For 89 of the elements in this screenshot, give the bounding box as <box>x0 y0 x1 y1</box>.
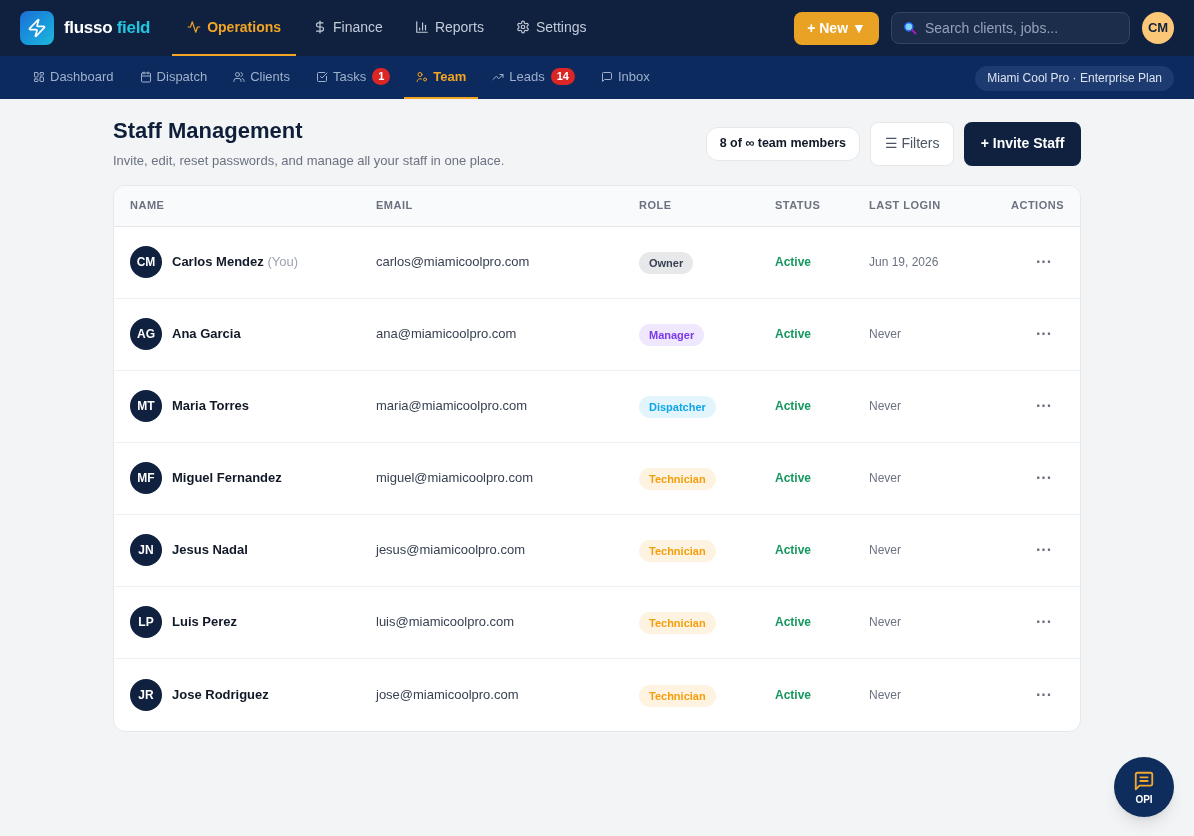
role-tag: Manager <box>639 324 705 346</box>
dashboard-icon <box>33 70 45 83</box>
chat-button[interactable]: OPI <box>1114 757 1174 817</box>
nav-tab[interactable]: Inbox <box>588 56 662 99</box>
status-text: Active <box>775 398 812 415</box>
nav-tab[interactable]: Reports <box>399 0 499 56</box>
nav-tab[interactable]: Finance <box>298 0 398 56</box>
column-header: EMAIL <box>376 198 414 214</box>
count-badge: 1 <box>372 68 391 85</box>
more-actions-button[interactable]: ··· <box>1036 398 1052 414</box>
role-tag: Technician <box>639 684 716 707</box>
search-field[interactable]: Search clients, jobs... <box>891 12 1130 44</box>
logo-icon <box>20 11 54 45</box>
member-count: 8 of ∞ team members <box>705 126 860 161</box>
status-text: Active <box>775 686 812 704</box>
staff-name: Maria Torres <box>172 397 250 416</box>
search-icon <box>903 21 917 35</box>
email-text: jose@miamicoolpro.com <box>376 685 519 704</box>
column-header: ROLE <box>639 198 673 214</box>
user-avatar[interactable]: CM <box>1142 12 1174 44</box>
column-header: ACTIONS <box>1011 198 1064 214</box>
staff-name: Carlos Mendez (You) <box>172 253 298 272</box>
nav-tab[interactable]: Clients <box>221 56 302 99</box>
email-text: carlos@miamicoolpro.com <box>376 253 530 272</box>
role-tag: Technician <box>639 612 716 634</box>
calendar-icon <box>139 70 152 83</box>
message-icon <box>600 70 613 83</box>
staff-name: Ana Garcia <box>172 325 241 344</box>
pulse-icon <box>187 20 202 34</box>
role-tag: Technician <box>639 540 716 562</box>
settings-icon <box>515 20 530 34</box>
count-badge: 14 <box>550 68 575 85</box>
status-text: Active <box>775 614 812 631</box>
brand-name: flusso field <box>64 17 151 40</box>
staff-name: Miguel Fernandez <box>172 469 282 488</box>
avatar: JN <box>130 534 162 566</box>
nav-tab[interactable]: Tasks 1 <box>303 56 403 99</box>
role-tag: Dispatcher <box>639 396 716 418</box>
bar-chart-icon <box>414 20 429 34</box>
invite-staff-button[interactable]: + Invite Staff <box>964 121 1081 166</box>
last-login-text: Never <box>869 326 901 343</box>
users-icon <box>233 70 246 83</box>
page-subtitle: Invite, edit, reset passwords, and manage all your staff in one place. <box>113 152 505 170</box>
email-text: jesus@miamicoolpro.com <box>376 541 526 560</box>
nav-tab[interactable]: Leads 14 <box>480 56 587 99</box>
avatar: LP <box>130 606 162 638</box>
more-actions-button[interactable]: ··· <box>1036 470 1052 486</box>
staff-name: Luis Perez <box>172 613 238 632</box>
more-actions-button[interactable]: ··· <box>1036 614 1052 630</box>
staff-name: Jesus Nadal <box>172 541 248 560</box>
page-title: Staff Management <box>113 117 304 145</box>
status-text: Active <box>775 542 812 559</box>
avatar: JR <box>130 678 162 711</box>
avatar: MT <box>130 390 162 422</box>
status-text: Active <box>775 326 812 343</box>
chat-icon <box>1133 769 1155 792</box>
staff-name: Jose Rodriguez <box>172 685 269 704</box>
avatar: AG <box>130 318 162 350</box>
email-text: miguel@miamicoolpro.com <box>376 469 533 488</box>
person-icon <box>416 70 429 83</box>
last-login-text: Jun 19, 2026 <box>869 254 939 271</box>
more-actions-button[interactable]: ··· <box>1036 686 1052 703</box>
email-text: luis@miamicoolpro.com <box>376 613 515 632</box>
role-tag: Owner <box>639 252 694 274</box>
column-header: NAME <box>130 198 166 214</box>
last-login-text: Never <box>869 542 901 559</box>
nav-tab[interactable]: Settings <box>500 0 602 56</box>
plan-badge: Miami Cool Pro · Enterprise Plan <box>975 65 1174 91</box>
filters-button[interactable]: ☰ Filters <box>870 121 954 166</box>
last-login-text: Never <box>869 614 901 631</box>
more-actions-button[interactable]: ··· <box>1036 254 1052 270</box>
checkbox-icon <box>315 70 328 83</box>
last-login-text: Never <box>869 398 901 415</box>
column-header: STATUS <box>775 198 822 214</box>
more-actions-button[interactable]: ··· <box>1036 542 1052 558</box>
status-text: Active <box>775 254 812 271</box>
avatar: CM <box>130 246 162 278</box>
avatar: MF <box>130 462 162 494</box>
more-actions-button[interactable]: ··· <box>1036 326 1052 342</box>
nav-tab[interactable]: Dashboard <box>21 56 126 99</box>
email-text: ana@miamicoolpro.com <box>376 325 517 344</box>
email-text: maria@miamicoolpro.com <box>376 397 528 416</box>
nav-tab[interactable]: Dispatch <box>127 56 220 99</box>
nav-tab[interactable]: Team <box>404 56 479 99</box>
last-login-text: Never <box>869 470 901 487</box>
last-login-text: Never <box>869 686 901 704</box>
role-tag: Technician <box>639 468 716 490</box>
column-header: LAST LOGIN <box>869 198 942 214</box>
status-text: Active <box>775 470 812 487</box>
